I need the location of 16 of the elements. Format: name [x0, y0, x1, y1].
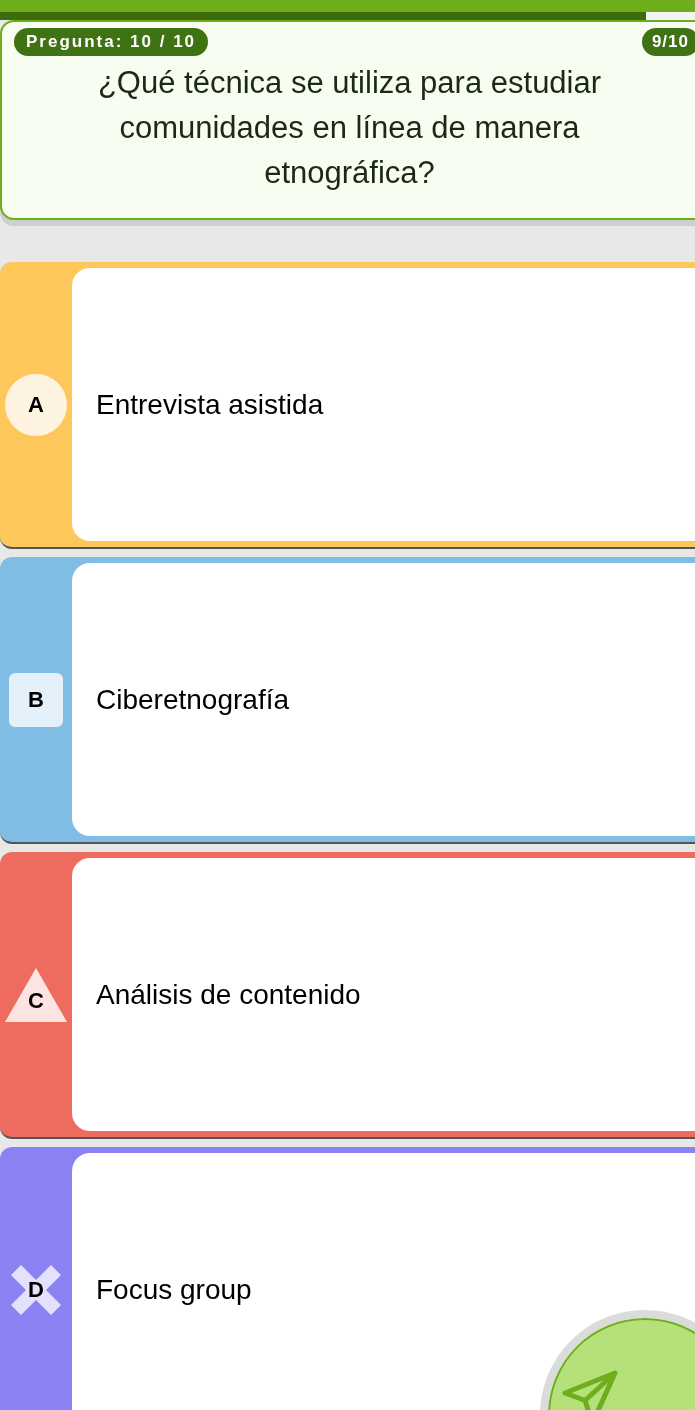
option-letter: C [28, 989, 44, 1012]
option-text: Análisis de contenido [96, 977, 361, 1012]
score-pill: 9/10 [641, 28, 695, 56]
option-letter: A [28, 393, 44, 416]
question-counter: Pregunta: 10 / 10 [14, 28, 209, 56]
option-letter: D [28, 1278, 44, 1301]
option-letter: B [28, 688, 44, 711]
option-text: Entrevista asistida [96, 387, 324, 422]
answer-option[interactable]: C Análisis de contenido [0, 852, 695, 1139]
question-text: ¿Qué técnica se utiliza para estudiar comunidades en línea de manera etnográfica? [96, 63, 603, 192]
paper-plane-icon [560, 1368, 620, 1410]
answer-option[interactable]: D Focus group [0, 1147, 695, 1410]
answer-option[interactable]: A Entrevista asistida [0, 262, 695, 549]
option-text: Focus group [96, 1272, 252, 1307]
option-text: Ciberetnografía [96, 682, 289, 717]
answer-option[interactable]: B Ciberetnografía [0, 557, 695, 844]
